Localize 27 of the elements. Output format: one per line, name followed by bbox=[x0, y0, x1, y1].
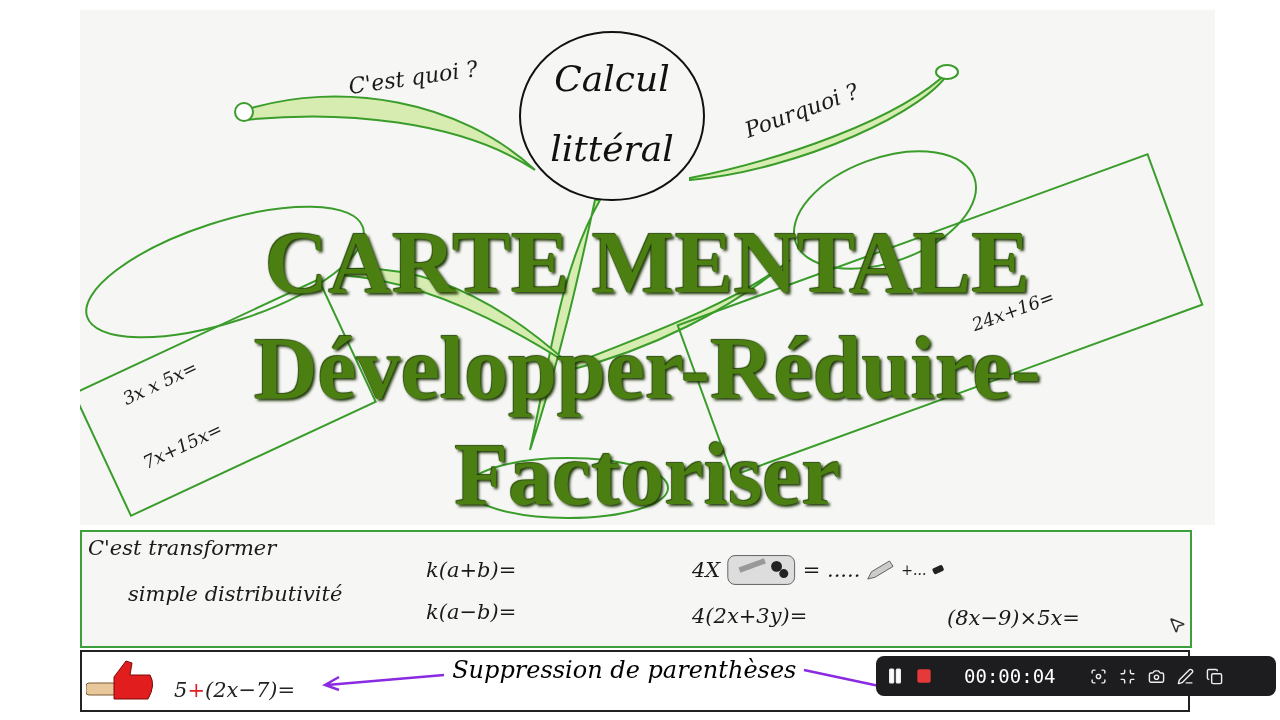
formula-text: +... bbox=[901, 562, 927, 578]
branch-label: C'est quoi ? bbox=[346, 56, 480, 99]
formula-text: 4(2x+3y)= bbox=[692, 604, 809, 628]
focus-button[interactable] bbox=[1089, 667, 1107, 685]
pen-button[interactable] bbox=[1176, 667, 1194, 685]
window-button[interactable] bbox=[1205, 667, 1223, 685]
formula-text: = ..... bbox=[802, 558, 861, 582]
formula-text: k(a−b)= bbox=[426, 600, 518, 624]
eraser-icon bbox=[932, 564, 945, 576]
formula-text: k(a+b)= bbox=[426, 558, 518, 582]
cursor-icon bbox=[1168, 616, 1186, 634]
formula-text: (8x−9)×5x= bbox=[947, 606, 1080, 630]
caption-text: Suppression de parenthèses bbox=[452, 656, 797, 684]
expression-text: 5+(2x−7)= bbox=[174, 678, 296, 702]
thumbs-up-icon bbox=[86, 659, 156, 703]
definition-text: simple distributivité bbox=[128, 582, 344, 606]
arrow-icon bbox=[321, 671, 447, 691]
camera-button[interactable] bbox=[1147, 667, 1165, 685]
formula-text: 4X bbox=[692, 558, 721, 582]
definition-text: C'est transformer bbox=[88, 536, 279, 560]
formula-text: 3x x 5x= bbox=[119, 356, 201, 409]
center-topic: Calcul littéral bbox=[549, 57, 675, 171]
pencil-icon bbox=[866, 558, 896, 582]
stop-button[interactable] bbox=[916, 668, 932, 684]
shrink-button[interactable] bbox=[1118, 667, 1136, 685]
pause-button[interactable] bbox=[886, 667, 904, 685]
timer-text: 00:00:04 bbox=[964, 665, 1056, 687]
